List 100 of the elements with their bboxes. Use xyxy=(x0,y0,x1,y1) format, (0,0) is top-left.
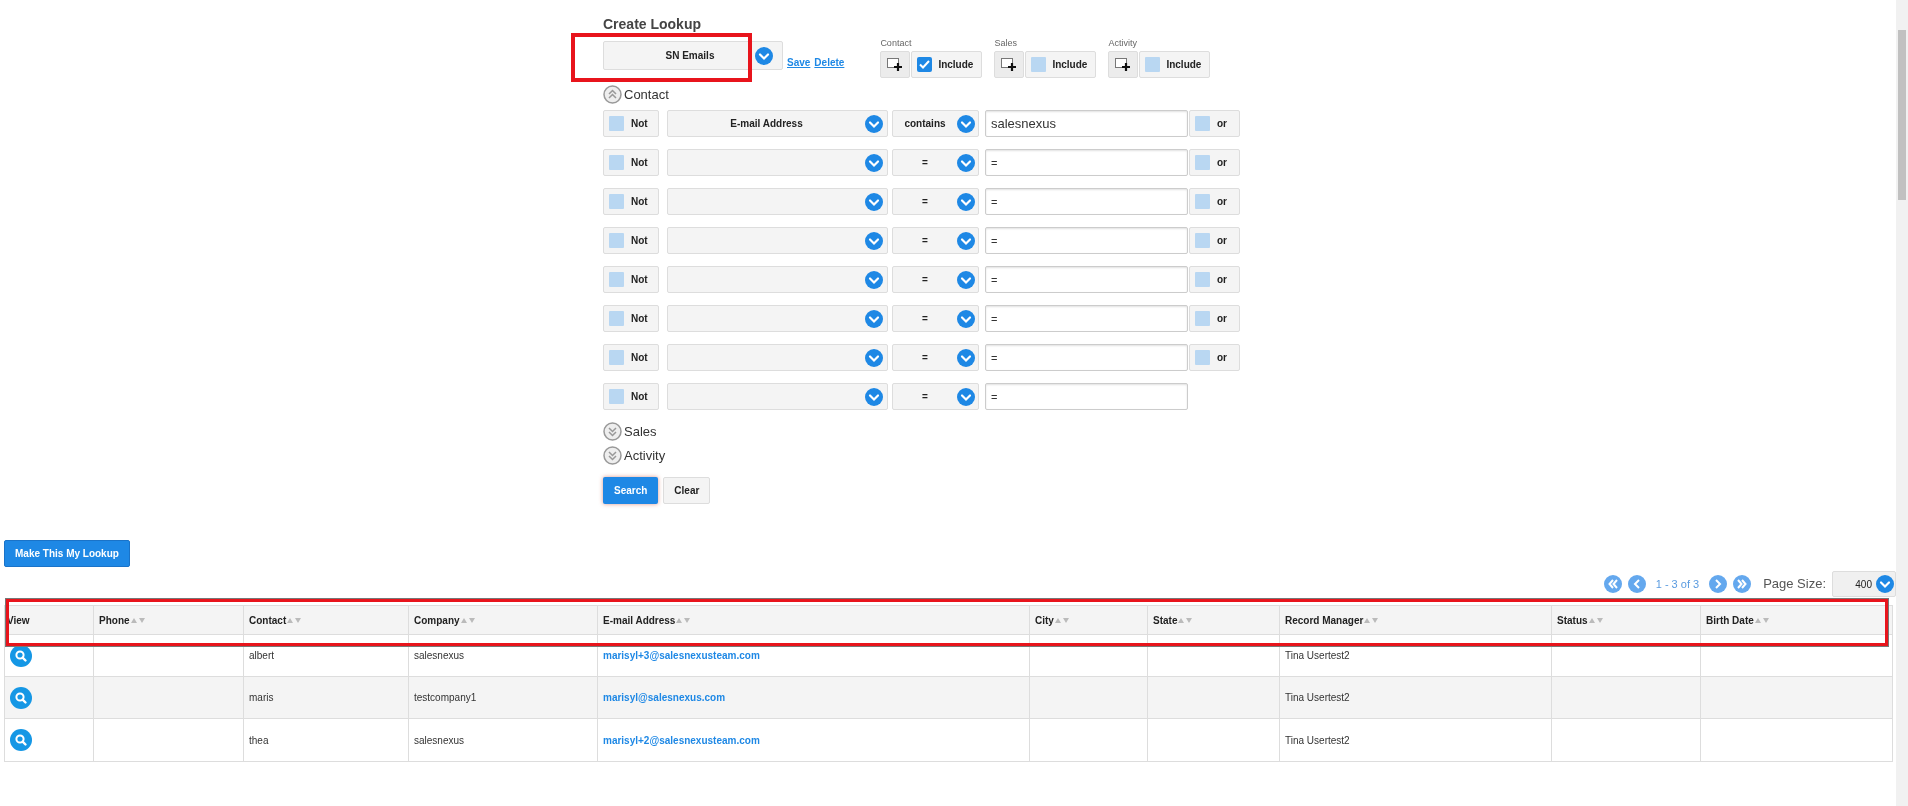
checkbox[interactable] xyxy=(609,272,624,287)
checkbox[interactable] xyxy=(1031,57,1047,72)
view-record-icon[interactable] xyxy=(10,644,32,667)
not-toggle[interactable]: Not xyxy=(603,305,659,332)
value-field[interactable]: = xyxy=(985,149,1188,176)
column-header[interactable]: City xyxy=(1030,606,1148,634)
column-header[interactable]: E-mail Address xyxy=(598,606,1030,634)
checkbox[interactable] xyxy=(609,389,624,404)
or-toggle[interactable]: or xyxy=(1189,344,1240,371)
column-header[interactable]: Phone xyxy=(94,606,244,634)
sort-icon[interactable] xyxy=(130,616,146,624)
field-select[interactable] xyxy=(667,344,888,371)
email-link[interactable]: marisyl+3@salesnexusteam.com xyxy=(603,648,760,663)
value-field[interactable]: = xyxy=(985,344,1188,371)
not-toggle[interactable]: Not xyxy=(603,266,659,293)
sort-icon[interactable] xyxy=(1754,616,1770,624)
operator-select[interactable]: = xyxy=(892,305,979,332)
expand-icon[interactable] xyxy=(603,422,622,441)
value-field[interactable]: = xyxy=(985,305,1188,332)
field-select[interactable] xyxy=(667,188,888,215)
field-select[interactable] xyxy=(667,266,888,293)
value-field[interactable]: = xyxy=(985,266,1188,293)
not-toggle[interactable]: Not xyxy=(603,110,659,137)
expand-icon[interactable] xyxy=(603,446,622,465)
page-size-select[interactable]: 400 xyxy=(1832,571,1896,597)
column-header[interactable]: State xyxy=(1148,606,1280,634)
checkbox[interactable] xyxy=(609,311,624,326)
sort-icon[interactable] xyxy=(1054,616,1070,624)
last-page-icon[interactable] xyxy=(1733,575,1752,593)
not-toggle[interactable]: Not xyxy=(603,344,659,371)
checkbox[interactable] xyxy=(609,233,624,248)
column-header[interactable]: Status xyxy=(1552,606,1701,634)
lookup-select[interactable]: SN Emails xyxy=(603,41,783,70)
checkbox[interactable] xyxy=(609,194,624,209)
sort-icon[interactable] xyxy=(460,616,476,624)
operator-select[interactable]: = xyxy=(892,344,979,371)
checkbox[interactable] xyxy=(1195,350,1210,365)
sort-icon[interactable] xyxy=(676,616,692,624)
checkbox[interactable] xyxy=(917,57,933,72)
column-header[interactable]: Birth Date xyxy=(1701,606,1892,634)
sort-icon[interactable] xyxy=(1364,616,1380,624)
operator-select[interactable]: = xyxy=(892,149,979,176)
operator-select[interactable]: = xyxy=(892,383,979,410)
checkbox[interactable] xyxy=(1195,155,1210,170)
not-toggle[interactable]: Not xyxy=(603,188,659,215)
operator-select[interactable]: = xyxy=(892,188,979,215)
checkbox[interactable] xyxy=(1195,233,1210,248)
collapse-icon[interactable] xyxy=(603,85,622,104)
sort-icon[interactable] xyxy=(1588,616,1604,624)
value-field[interactable]: = xyxy=(985,227,1188,254)
add-button[interactable] xyxy=(880,51,911,78)
column-header[interactable]: Contact xyxy=(244,606,409,634)
sort-icon[interactable] xyxy=(287,616,303,624)
next-page-icon[interactable] xyxy=(1709,575,1728,593)
checkbox[interactable] xyxy=(1145,57,1161,72)
or-toggle[interactable]: or xyxy=(1189,188,1240,215)
view-record-icon[interactable] xyxy=(10,686,32,709)
previous-page-icon[interactable] xyxy=(1627,575,1646,593)
checkbox[interactable] xyxy=(609,116,624,131)
or-toggle[interactable]: or xyxy=(1189,266,1240,293)
operator-select[interactable]: contains xyxy=(892,110,979,137)
not-toggle[interactable]: Not xyxy=(603,149,659,176)
field-select[interactable] xyxy=(667,149,888,176)
field-select[interactable] xyxy=(667,305,888,332)
not-toggle[interactable]: Not xyxy=(603,227,659,254)
column-header[interactable]: Company xyxy=(409,606,598,634)
value-field[interactable]: = xyxy=(985,383,1188,410)
checkbox[interactable] xyxy=(1195,194,1210,209)
checkbox[interactable] xyxy=(609,155,624,170)
or-toggle[interactable]: or xyxy=(1189,149,1240,176)
or-toggle[interactable]: or xyxy=(1189,227,1240,254)
checkbox[interactable] xyxy=(1195,116,1210,131)
value-field[interactable]: salesnexus xyxy=(985,110,1188,137)
add-button[interactable] xyxy=(994,51,1025,78)
make-lookup-button[interactable]: Make This My Lookup xyxy=(4,540,130,567)
include-label: Include xyxy=(938,58,975,72)
checkbox[interactable] xyxy=(609,350,624,365)
or-toggle[interactable]: or xyxy=(1189,305,1240,332)
checkbox[interactable] xyxy=(1195,311,1210,326)
operator-select[interactable]: = xyxy=(892,227,979,254)
lookup-link[interactable]: Save xyxy=(787,55,811,70)
value-field[interactable]: = xyxy=(985,188,1188,215)
column-header[interactable]: Record Manager xyxy=(1280,606,1552,634)
view-record-icon[interactable] xyxy=(10,729,32,751)
field-select[interactable]: E-mail Address xyxy=(667,110,888,137)
checkbox[interactable] xyxy=(1195,272,1210,287)
not-toggle[interactable]: Not xyxy=(603,383,659,410)
first-page-icon[interactable] xyxy=(1603,575,1622,593)
lookup-link[interactable]: Delete xyxy=(814,55,845,70)
search-button[interactable]: Search xyxy=(603,477,659,504)
clear-button[interactable]: Clear xyxy=(663,477,711,504)
field-select[interactable] xyxy=(667,383,888,410)
add-button[interactable] xyxy=(1108,51,1139,78)
sort-icon[interactable] xyxy=(1178,616,1194,624)
include-label: Include xyxy=(1166,58,1203,72)
operator-select[interactable]: = xyxy=(892,266,979,293)
email-link[interactable]: marisyl+2@salesnexusteam.com xyxy=(603,732,760,748)
or-toggle[interactable]: or xyxy=(1189,110,1240,137)
scrollbar-thumb[interactable] xyxy=(1898,30,1906,200)
field-select[interactable] xyxy=(667,227,888,254)
